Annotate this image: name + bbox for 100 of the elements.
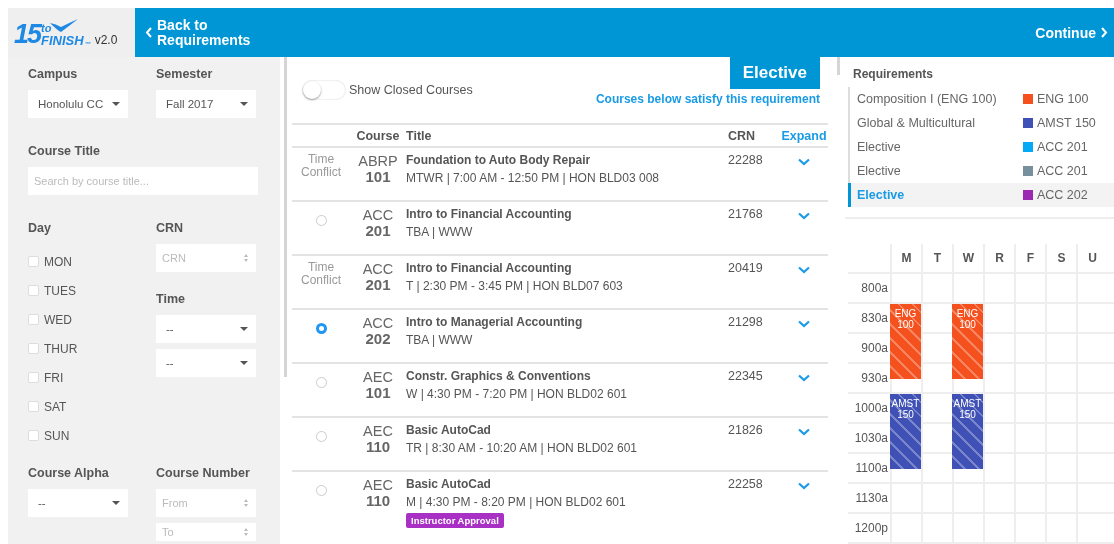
chevron-down-icon[interactable] [798, 158, 810, 166]
course-radio[interactable] [315, 215, 327, 226]
course-alpha-select[interactable]: -- [28, 489, 128, 517]
course-radio[interactable] [315, 431, 327, 442]
crn-cell-text: 22258 [728, 477, 764, 493]
course-title: Basic AutoCad [406, 477, 491, 491]
course-number: 202 [365, 331, 391, 347]
course-radio[interactable] [315, 323, 327, 334]
scrollbar-thumb[interactable] [283, 57, 287, 377]
crn-cell-text: 21298 [728, 315, 764, 331]
day-checkbox[interactable]: MON [28, 253, 72, 270]
caret-icon [240, 102, 248, 106]
course-details: TBA | WWW [406, 225, 473, 239]
chevron-down-icon[interactable] [798, 374, 810, 382]
crn-cell-text: 21826 [728, 423, 764, 439]
chevron-right-icon [1101, 27, 1108, 38]
requirement-badge: Elective [729, 57, 820, 89]
course-subject: ACC [362, 207, 394, 223]
day-header: S [1045, 244, 1076, 272]
course-number-to-field[interactable]: To [156, 523, 256, 541]
course-number: 110 [365, 493, 391, 509]
calendar-event[interactable]: AMST 150 [890, 394, 921, 470]
chevron-down-icon[interactable] [798, 482, 810, 490]
calendar-event[interactable]: ENG 100 [952, 304, 983, 380]
crn-cell-text: 20419 [728, 261, 764, 277]
time-label: 900a [860, 340, 889, 357]
requirement-item[interactable]: Elective ACC 202 [848, 183, 1114, 207]
time-label: 1030a [853, 430, 889, 447]
requirement-item[interactable]: Elective ACC 201 [848, 135, 1114, 159]
logo-word: FINISH [41, 34, 84, 47]
course-title-search-field[interactable]: Search by course title... [28, 167, 258, 195]
crn-field[interactable]: CRN [156, 244, 256, 272]
field-label: Time [156, 292, 186, 306]
chevron-down-icon[interactable] [798, 212, 810, 220]
approval-badge: Instructor Approval [406, 513, 504, 528]
chevron-down-icon[interactable] [798, 428, 810, 436]
show-closed-toggle[interactable] [302, 80, 346, 100]
end-time-select[interactable]: -- [156, 349, 256, 377]
spinner-icon [244, 528, 248, 536]
start-time-select[interactable]: -- [156, 315, 256, 343]
course-number: 201 [365, 223, 391, 239]
course-subject: AEC [363, 423, 393, 439]
time-label: 930a [860, 370, 889, 387]
day-header: F [1014, 244, 1045, 272]
day-checkbox[interactable]: WED [28, 311, 72, 328]
course-number-from-field[interactable]: From [156, 489, 256, 517]
requirement-item[interactable]: Elective ACC 201 [848, 159, 1114, 183]
day-header: W [952, 244, 983, 272]
course-subject: AEC [363, 477, 393, 493]
day-header: U [1076, 244, 1107, 272]
requirement-item[interactable]: Global & Multicultural AMST 150 [848, 111, 1114, 135]
scrollbar-thumb[interactable] [836, 57, 840, 75]
course-title: Intro to Financial Accounting [406, 207, 572, 221]
spinner-icon [244, 499, 248, 507]
field-label: Course Alpha [28, 466, 110, 480]
requirement-item[interactable]: Composition I (ENG 100) ENG 100 [848, 87, 1114, 111]
calendar-event[interactable]: ENG 100 [890, 304, 921, 380]
time-label: 1000a [853, 400, 889, 417]
logo-number: 15 [14, 21, 41, 47]
calendar-event[interactable]: AMST 150 [952, 394, 983, 470]
course-title: Intro to Managerial Accounting [406, 315, 583, 329]
toggle-label: Show Closed Courses [349, 83, 473, 97]
day-checkbox[interactable]: SAT [28, 398, 67, 415]
course-title: Constr. Graphics & Conventions [406, 369, 591, 383]
field-label: Campus [28, 67, 79, 81]
course-radio[interactable] [315, 485, 327, 496]
course-subject: AEC [363, 369, 393, 385]
time-conflict-label: Time Conflict [300, 153, 342, 181]
column-header: Course [355, 128, 401, 143]
day-checkbox[interactable]: FRI [28, 369, 64, 386]
spinner-icon [244, 254, 248, 262]
course-subject: ACC [362, 261, 394, 277]
day-header: M [890, 244, 921, 272]
caret-icon [112, 102, 120, 106]
course-details: TBA | WWW [406, 333, 473, 347]
course-details: W | 4:30 PM - 7:20 PM | HON BLD02 601 [406, 387, 627, 401]
course-subject: ABRP [358, 153, 398, 169]
time-label: 1100a [854, 460, 889, 477]
course-title: Intro to Financial Accounting [406, 261, 572, 275]
time-label: 1200p [853, 520, 889, 537]
chevron-down-icon[interactable] [798, 320, 810, 328]
course-title: Basic AutoCad [406, 423, 491, 437]
chevron-left-icon [145, 27, 152, 38]
day-header: T [921, 244, 952, 272]
course-number: 101 [365, 385, 391, 401]
version-label: v2.0 [94, 33, 118, 47]
course-title: Foundation to Auto Body Repair [406, 153, 591, 167]
semester-select[interactable]: Fall 2017 [156, 90, 256, 118]
day-checkbox[interactable]: TUES [28, 282, 76, 299]
field-label: Course Title [28, 144, 101, 158]
chevron-down-icon[interactable] [798, 266, 810, 274]
course-number: 101 [365, 169, 391, 185]
campus-select[interactable]: Honolulu CC [28, 90, 128, 118]
course-details: M | 4:30 PM - 8:20 PM | HON BLD02 601 [406, 495, 626, 509]
day-checkbox[interactable]: THUR [28, 340, 78, 357]
day-checkbox[interactable]: SUN [28, 427, 70, 444]
field-label: Semester [156, 67, 214, 81]
logo-to: to [41, 23, 52, 34]
course-radio[interactable] [315, 377, 327, 388]
column-header: Title [406, 128, 433, 143]
